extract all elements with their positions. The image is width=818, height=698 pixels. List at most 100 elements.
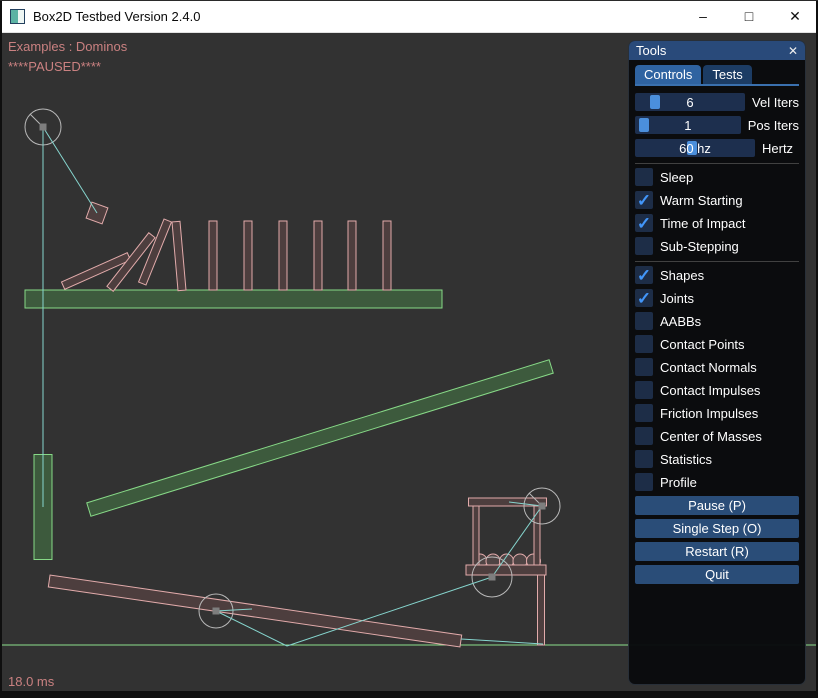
- tab-controls[interactable]: Controls: [635, 65, 701, 84]
- checkbox-contact-normals[interactable]: [635, 358, 653, 376]
- solver-checkbox-group: Sleep ✓ Warm Starting ✓ Time of Impact Sub-St…: [635, 168, 799, 255]
- domino-standing-1[interactable]: [209, 221, 217, 290]
- joint-line-2: [43, 127, 97, 213]
- frame-left-post[interactable]: [473, 506, 479, 566]
- check-icon: ✓: [637, 215, 651, 232]
- checkbox-row-friction-impulses: Friction Impulses: [635, 404, 799, 422]
- tab-bar: Controls Tests: [635, 65, 799, 86]
- button-single-step-o[interactable]: Single Step (O): [635, 519, 799, 538]
- draw-checkbox-group: ✓ Shapes ✓ Joints AABBs Contact Points Contact…: [635, 266, 799, 491]
- checkbox-center-of-masses[interactable]: [635, 427, 653, 445]
- domino-tilted[interactable]: [172, 221, 186, 290]
- close-button[interactable]: ✕: [772, 0, 818, 32]
- frame-shelf[interactable]: [466, 565, 546, 575]
- slider-group: 6 Vel Iters 1 Pos Iters 60 hz Hertz: [635, 93, 799, 157]
- tab-tests[interactable]: Tests: [703, 65, 751, 84]
- checkbox-label: Contact Impulses: [660, 383, 760, 398]
- tools-panel-body: Controls Tests 6 Vel Iters 1 Pos Iters 60 hz…: [629, 65, 805, 584]
- checkbox-row-aabbs: AABBs: [635, 312, 799, 330]
- checkbox-profile[interactable]: [635, 473, 653, 491]
- tools-panel-titlebar[interactable]: Tools ✕: [629, 41, 805, 60]
- checkbox-label: Shapes: [660, 268, 704, 283]
- seesaw-plank[interactable]: [48, 575, 461, 647]
- checkbox-sleep[interactable]: [635, 168, 653, 186]
- slider-pos-iters[interactable]: 1: [635, 116, 741, 134]
- checkbox-statistics[interactable]: [635, 450, 653, 468]
- domino-standing-2[interactable]: [244, 221, 252, 290]
- window-border-top: [0, 0, 818, 1]
- checkbox-contact-impulses[interactable]: [635, 381, 653, 399]
- window-title: Box2D Testbed Version 2.4.0: [33, 9, 200, 24]
- slider-label: Vel Iters: [752, 95, 799, 110]
- slider-value: 60 hz: [635, 139, 755, 157]
- minimize-button[interactable]: –: [680, 0, 726, 32]
- slider-hertz[interactable]: 60 hz: [635, 139, 755, 157]
- checkbox-warm-starting[interactable]: ✓: [635, 191, 653, 209]
- checkbox-row-contact-impulses: Contact Impulses: [635, 381, 799, 399]
- checkbox-time-of-impact[interactable]: ✓: [635, 214, 653, 232]
- checkbox-row-profile: Profile: [635, 473, 799, 491]
- domino-standing-5[interactable]: [348, 221, 356, 290]
- checkbox-label: Profile: [660, 475, 697, 490]
- checkbox-row-time-of-impact: ✓ Time of Impact: [635, 214, 799, 232]
- panel-close-icon[interactable]: ✕: [788, 45, 798, 57]
- button-quit[interactable]: Quit: [635, 565, 799, 584]
- domino-standing-4[interactable]: [314, 221, 322, 290]
- checkbox-row-shapes: ✓ Shapes: [635, 266, 799, 284]
- slider-row-vel-iters: 6 Vel Iters: [635, 93, 799, 111]
- checkbox-label: Sleep: [660, 170, 693, 185]
- checkbox-friction-impulses[interactable]: [635, 404, 653, 422]
- checkbox-contact-points[interactable]: [635, 335, 653, 353]
- slider-label: Hertz: [762, 141, 793, 156]
- window-border-bottom: [0, 691, 818, 698]
- checkbox-label: Joints: [660, 291, 694, 306]
- check-icon: ✓: [637, 290, 651, 307]
- checkbox-row-joints: ✓ Joints: [635, 289, 799, 307]
- joint-line-8: [461, 639, 543, 644]
- checkbox-joints[interactable]: ✓: [635, 289, 653, 307]
- checkbox-row-contact-points: Contact Points: [635, 335, 799, 353]
- dominos-platform: [25, 290, 442, 308]
- window-titlebar: Box2D Testbed Version 2.4.0 – □ ✕: [0, 0, 818, 33]
- checkbox-label: Time of Impact: [660, 216, 745, 231]
- checkbox-shapes[interactable]: ✓: [635, 266, 653, 284]
- slider-value: 1: [635, 116, 741, 134]
- action-button-group: Pause (P) Single Step (O) Restart (R) Quit: [635, 496, 799, 584]
- checkbox-row-sub-stepping: Sub-Stepping: [635, 237, 799, 255]
- checkbox-label: Center of Masses: [660, 429, 762, 444]
- joint-anchor-1: [40, 124, 47, 131]
- check-icon: ✓: [637, 267, 651, 284]
- joint-anchor-2: [213, 608, 220, 615]
- checkbox-row-contact-normals: Contact Normals: [635, 358, 799, 376]
- separator: [635, 163, 799, 164]
- check-icon: ✓: [637, 192, 651, 209]
- checkbox-label: Friction Impulses: [660, 406, 758, 421]
- checkbox-aabbs[interactable]: [635, 312, 653, 330]
- checkbox-label: Sub-Stepping: [660, 239, 739, 254]
- separator: [635, 261, 799, 262]
- domino-standing-6[interactable]: [383, 221, 391, 290]
- slider-vel-iters[interactable]: 6: [635, 93, 745, 111]
- frame-right-post[interactable]: [534, 506, 540, 566]
- checkbox-label: Statistics: [660, 452, 712, 467]
- slider-row-pos-iters: 1 Pos Iters: [635, 116, 799, 134]
- checkbox-label: Contact Normals: [660, 360, 757, 375]
- button-restart-r[interactable]: Restart (R): [635, 542, 799, 561]
- slider-label: Pos Iters: [748, 118, 799, 133]
- domino-standing-3[interactable]: [279, 221, 287, 290]
- checkbox-row-center-of-masses: Center of Masses: [635, 427, 799, 445]
- checkbox-row-warm-starting: ✓ Warm Starting: [635, 191, 799, 209]
- checkbox-sub-stepping[interactable]: [635, 237, 653, 255]
- button-pause-p[interactable]: Pause (P): [635, 496, 799, 515]
- paused-caption: ****PAUSED****: [8, 59, 101, 74]
- window-controls: – □ ✕: [680, 0, 818, 32]
- joint-anchor-3: [489, 574, 496, 581]
- tools-panel: Tools ✕ Controls Tests 6 Vel Iters 1 Pos It…: [628, 40, 806, 685]
- checkbox-row-sleep: Sleep: [635, 168, 799, 186]
- app-icon: [10, 9, 25, 24]
- maximize-button[interactable]: □: [726, 0, 772, 32]
- frame-leg[interactable]: [538, 575, 545, 645]
- joint-anchor-4: [539, 503, 546, 510]
- checkbox-label: Warm Starting: [660, 193, 743, 208]
- frame-time-status: 18.0 ms: [8, 674, 54, 689]
